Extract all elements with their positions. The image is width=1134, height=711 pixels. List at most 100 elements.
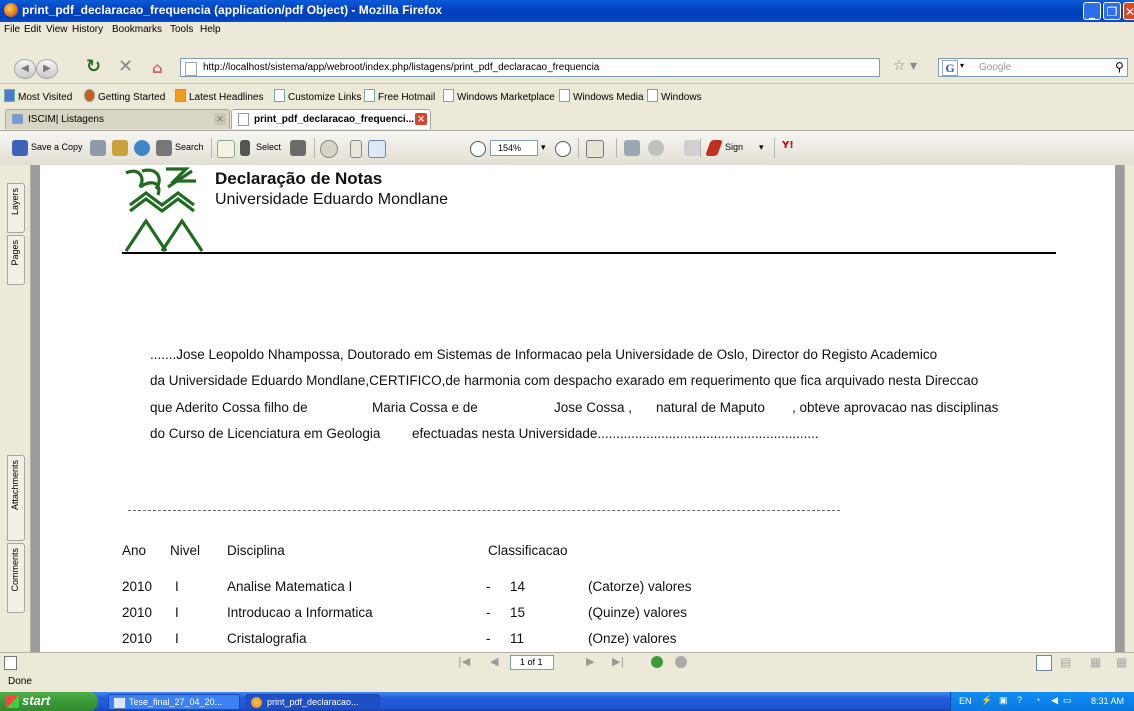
tray-help-icon[interactable]: ? <box>1017 695 1022 705</box>
tray-network-icon[interactable]: ⚡ <box>981 695 992 706</box>
table-cell-nota: 11 <box>510 631 525 646</box>
tab-close-icon[interactable]: ✕ <box>214 113 226 125</box>
start-button[interactable]: start <box>0 692 98 711</box>
bookmark-free-hotmail[interactable]: Free Hotmail <box>364 89 435 103</box>
document-icon[interactable] <box>684 140 700 156</box>
continuous-view-icon[interactable]: ▤ <box>1060 655 1071 669</box>
menu-view[interactable]: View <box>46 24 68 35</box>
sign-button[interactable]: Sign <box>725 142 743 152</box>
yahoo-icon[interactable]: Y! <box>782 140 806 156</box>
google-icon[interactable]: G <box>942 60 958 76</box>
reload-icon[interactable]: ↻ <box>86 56 101 77</box>
menu-file[interactable]: File <box>4 24 20 35</box>
side-tab-attachments[interactable]: Attachments <box>7 455 25 541</box>
paragraph-line: que Aderito Cossa filho de <box>150 400 308 415</box>
language-indicator[interactable]: EN <box>959 696 972 706</box>
paragraph-line: .......Jose Leopoldo Nhampossa, Doutorad… <box>150 347 938 362</box>
page-number-field[interactable]: 1 of 1 <box>510 655 554 670</box>
tray-update-icon[interactable]: ◔ <box>1035 695 1040 705</box>
previous-page-icon[interactable]: ◀ <box>490 655 498 668</box>
undo-icon[interactable] <box>648 140 664 156</box>
sign-pen-icon[interactable] <box>705 140 723 156</box>
bookmark-windows-marketplace[interactable]: Windows Marketplace <box>443 89 555 103</box>
save-copy-button[interactable]: Save a Copy <box>31 142 83 152</box>
tray-monitor-icon[interactable]: ▣ <box>999 695 1008 706</box>
print-icon[interactable] <box>90 140 106 156</box>
toolbar-separator <box>578 138 579 158</box>
pdf-document-area[interactable]: Declaração de Notas Universidade Eduardo… <box>31 165 1124 652</box>
taskbar-item-firefox[interactable]: print_pdf_declaracao... <box>246 694 380 710</box>
side-tab-pages[interactable]: Pages <box>7 235 25 285</box>
zoom-level-field[interactable]: 154% <box>490 140 538 156</box>
url-bar[interactable]: http://localhost/sistema/app/webroot/ind… <box>180 58 880 77</box>
facing-view-icon[interactable]: ▦ <box>1090 655 1101 669</box>
comment-icon[interactable] <box>624 140 640 156</box>
go-back-view-icon[interactable] <box>651 656 663 668</box>
page-layout-icon[interactable] <box>586 140 604 158</box>
forward-button[interactable]: ▶ <box>36 59 58 79</box>
zoom-dropdown-icon[interactable]: ▾ <box>541 142 546 153</box>
firefox-icon <box>84 89 95 102</box>
last-page-icon[interactable]: ▶| <box>612 655 624 668</box>
bookmark-getting-started[interactable]: Getting Started <box>84 89 165 103</box>
panel-toggle-icon[interactable] <box>4 656 17 670</box>
continuous-facing-view-icon[interactable]: ▦ <box>1116 655 1127 669</box>
table-header-disciplina: Disciplina <box>227 543 285 558</box>
snapshot-icon[interactable] <box>290 140 306 156</box>
search-button[interactable]: Search <box>175 142 204 152</box>
home-icon[interactable]: ⌂ <box>152 59 163 77</box>
fit-width-icon[interactable] <box>368 140 386 158</box>
bookmark-star-icon[interactable]: ☆ ▾ <box>893 58 917 74</box>
minimize-button[interactable]: _ <box>1083 2 1101 20</box>
university-logo <box>124 167 204 252</box>
page-icon <box>274 89 285 102</box>
vertical-scrollbar[interactable] <box>1124 165 1134 652</box>
menu-tools[interactable]: Tools <box>170 24 193 35</box>
search-icon[interactable]: ⚲ <box>1115 60 1124 74</box>
sign-dropdown-icon[interactable]: ▾ <box>759 142 764 153</box>
paragraph-line: natural de Maputo <box>656 400 765 415</box>
tray-display-icon[interactable]: ▭ <box>1063 695 1072 706</box>
save-icon[interactable] <box>12 140 28 156</box>
email-icon[interactable] <box>134 140 150 156</box>
side-tab-comments[interactable]: Comments <box>7 543 25 613</box>
tab-print-pdf[interactable]: print_pdf_declaracao_frequenci... ✕ <box>231 109 431 129</box>
single-page-view-icon[interactable] <box>1036 655 1052 671</box>
bookmark-most-visited[interactable]: Most Visited <box>4 89 72 103</box>
select-text-icon[interactable] <box>240 140 250 156</box>
pdf-page-navigation: |◀ ◀ 1 of 1 ▶ ▶| ▤ ▦ ▦ <box>0 652 1134 673</box>
taskbar-item-tese[interactable]: Tese_final_27_04_20... <box>108 694 240 710</box>
go-forward-view-icon[interactable] <box>675 656 687 668</box>
bookmark-windows[interactable]: Windows <box>647 89 702 103</box>
search-engine-dropdown-icon[interactable]: ▾ <box>960 61 964 70</box>
hand-tool-icon[interactable] <box>217 140 235 158</box>
zoom-plus-icon[interactable] <box>555 141 571 157</box>
side-tab-layers[interactable]: Layers <box>7 183 25 233</box>
menu-help[interactable]: Help <box>200 24 221 35</box>
menu-edit[interactable]: Edit <box>24 24 41 35</box>
next-page-icon[interactable]: ▶ <box>586 655 594 668</box>
back-button[interactable]: ◀ <box>14 59 36 79</box>
search-box[interactable]: G ▾ Google ⚲ <box>938 58 1128 77</box>
pdf-toolbar: Save a Copy Search Select 154% ▾ Sign ▾ … <box>0 131 1134 166</box>
bookmark-customize-links[interactable]: Customize Links <box>274 89 361 103</box>
binoculars-icon[interactable] <box>156 140 172 156</box>
first-page-icon[interactable]: |◀ <box>458 655 470 668</box>
close-window-button[interactable]: ✕ <box>1123 2 1134 20</box>
menu-history[interactable]: History <box>72 24 103 35</box>
zoom-in-icon[interactable] <box>320 140 338 158</box>
bookmark-windows-media[interactable]: Windows Media <box>559 89 644 103</box>
stop-icon[interactable]: ✕ <box>118 56 133 77</box>
bookmark-latest-headlines[interactable]: Latest Headlines <box>175 89 264 103</box>
tab-iscim-listagens[interactable]: ISCIM| Listagens ✕ <box>5 109 230 129</box>
toolbar-separator <box>211 138 212 158</box>
zoom-out-icon[interactable] <box>470 141 486 157</box>
menu-bookmarks[interactable]: Bookmarks <box>112 24 162 35</box>
select-button[interactable]: Select <box>256 142 281 152</box>
maximize-button[interactable]: ❐ <box>1103 2 1121 20</box>
paragraph-line: efectuadas nesta Universidade...........… <box>412 426 819 441</box>
organizer-icon[interactable] <box>112 140 128 156</box>
tray-volume-icon[interactable]: ◀ <box>1051 695 1058 706</box>
tab-close-icon[interactable]: ✕ <box>415 113 427 125</box>
fit-page-icon[interactable] <box>350 140 362 158</box>
